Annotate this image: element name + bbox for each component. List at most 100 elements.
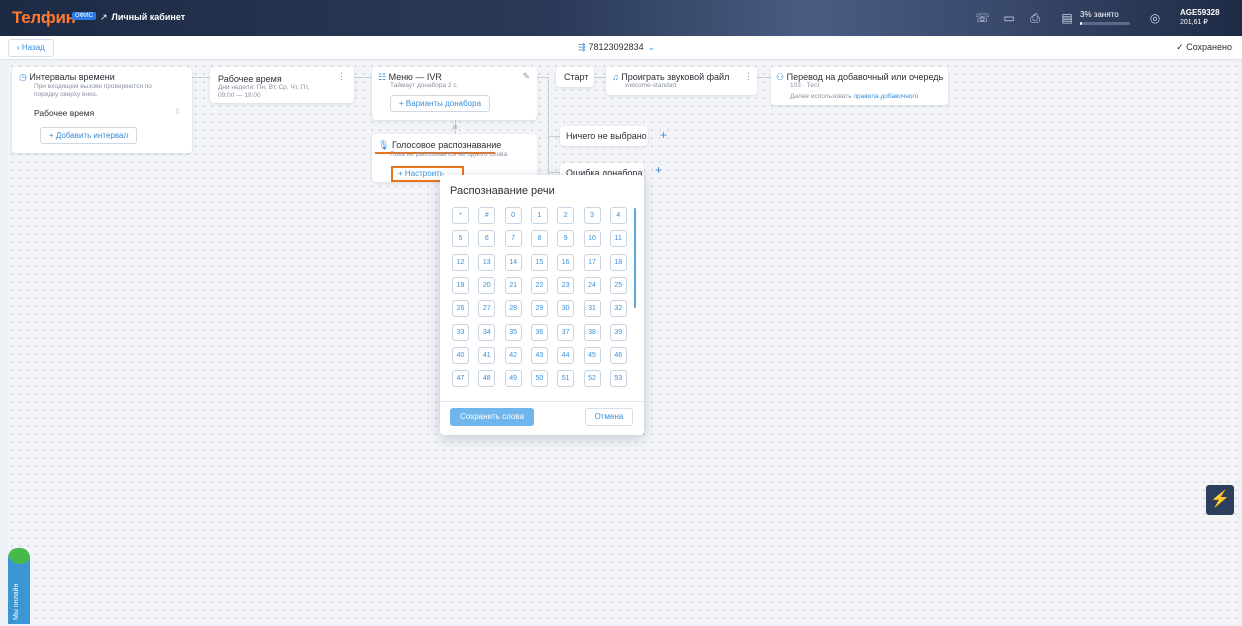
recognition-key[interactable]: 22 [530, 276, 548, 294]
storage-icon[interactable]: ▤ [1060, 11, 1074, 25]
telfin-logo[interactable]: Телфин [12, 8, 76, 28]
recognition-key[interactable]: 28 [504, 300, 522, 318]
recognition-key[interactable]: 37 [557, 323, 575, 341]
save-words-button[interactable]: Сохранить слова [450, 408, 534, 426]
more-icon[interactable]: ⋮ [744, 71, 753, 82]
recognition-key[interactable]: 14 [504, 253, 522, 271]
voice-subtitle: Пока не распознается ни одного слова [390, 151, 508, 158]
recognition-key[interactable]: 53 [609, 370, 627, 388]
drag-handle-icon[interactable]: ⠿ [175, 108, 180, 116]
interval-item-worktime[interactable]: Рабочее время [34, 108, 94, 118]
recognition-key[interactable]: 36 [530, 323, 548, 341]
recognition-key[interactable]: 40 [452, 346, 469, 364]
recognition-key[interactable]: 19 [452, 276, 469, 294]
play-filename: welcome-standart [625, 82, 677, 89]
recognition-key[interactable]: 6 [478, 230, 496, 248]
worktime-card[interactable]: Рабочее время Дни недели: Пн, Вт, Ср, Чт… [210, 67, 354, 103]
chat-icon[interactable]: ▭ [1002, 11, 1016, 25]
recognition-key[interactable]: 51 [557, 370, 575, 388]
add-node-icon[interactable]: + [655, 163, 662, 177]
recognition-key[interactable]: 34 [478, 323, 496, 341]
microphone-icon: 🎙 [378, 140, 390, 150]
recognition-key[interactable]: 45 [583, 346, 601, 364]
transfer-title: Перевод на добавочный или очередь [786, 72, 944, 82]
recognition-key[interactable]: 32 [609, 300, 627, 318]
storage-busy-bar [1080, 22, 1130, 25]
more-icon[interactable]: ⋮ [337, 71, 346, 82]
play-title: Проиграть звуковой файл [621, 72, 730, 82]
recognition-key[interactable]: 52 [583, 370, 601, 388]
recognition-key[interactable]: 49 [504, 370, 522, 388]
recognition-key[interactable]: 44 [557, 346, 575, 364]
scrollbar[interactable] [634, 208, 636, 308]
recognition-key[interactable]: 47 [452, 370, 469, 388]
add-node-icon[interactable]: + [660, 128, 667, 142]
recognition-key[interactable]: 16 [557, 253, 575, 271]
recognition-key[interactable]: 38 [583, 323, 601, 341]
recognition-key[interactable]: 42 [504, 346, 522, 364]
recognition-key[interactable]: * [452, 207, 469, 224]
save-status-label: Сохранено [1186, 42, 1232, 52]
extension-rules-link[interactable]: правила добавочного [853, 93, 918, 100]
users-icon: ⚇ [776, 72, 785, 82]
recognition-key[interactable]: 25 [609, 276, 627, 294]
divider [440, 401, 644, 402]
recognition-key[interactable]: 15 [530, 253, 548, 271]
play-file-card[interactable]: ♫ Проиграть звуковой файл welcome-standa… [606, 67, 757, 95]
recognition-key[interactable]: # [478, 207, 496, 224]
cancel-button[interactable]: Отмена [585, 408, 633, 426]
time-intervals-card[interactable]: ◷ Интервалы времени При входящем вызове … [12, 67, 192, 153]
recognition-key[interactable]: 21 [504, 276, 522, 294]
account-icon[interactable]: ◎ [1148, 11, 1162, 25]
dial-options-button[interactable]: + Варианты донабора [390, 95, 491, 112]
add-interval-button[interactable]: + Добавить интервал [40, 127, 138, 144]
recognition-key[interactable]: 50 [530, 370, 548, 388]
recognition-key[interactable]: 12 [452, 253, 469, 271]
ivr-menu-card[interactable]: ☷ Меню — IVR Таймаут донабора 2 с. ✎ + В… [372, 67, 537, 120]
recognition-key[interactable]: 13 [478, 253, 496, 271]
configure-label: Настроить [404, 169, 444, 178]
back-button[interactable]: ‹ Назад [8, 39, 54, 57]
transfer-rules: Далее использовать правила добавочного [790, 93, 918, 101]
phone-icon[interactable]: ☏ [975, 11, 990, 25]
account-info[interactable]: AGE59328 201,61 ₽ [1180, 8, 1220, 28]
recognition-key[interactable]: 9 [557, 230, 575, 248]
recognition-key[interactable]: 1 [530, 207, 548, 224]
edit-pencil-icon[interactable]: ✎ [522, 71, 530, 82]
recognition-key[interactable]: 17 [583, 253, 601, 271]
recognition-key[interactable]: 27 [478, 300, 496, 318]
lightning-widget-icon[interactable]: ⚡ [1206, 485, 1234, 515]
recognition-key[interactable]: 2 [557, 207, 575, 224]
personal-cabinet-link[interactable]: ↗ Личный кабинет [100, 12, 185, 23]
no-match-node[interactable]: Ничего не выбрано [560, 126, 648, 146]
recognition-key[interactable]: 20 [478, 276, 496, 294]
transfer-card[interactable]: ⚇ Перевод на добавочный или очередь 103 … [771, 67, 948, 105]
recognition-key[interactable]: 41 [478, 346, 496, 364]
recognition-key[interactable]: 31 [583, 300, 601, 318]
recognition-key[interactable]: 7 [504, 230, 522, 248]
online-chat-tab[interactable]: Мы онлайн [8, 548, 30, 624]
recognition-key[interactable]: 11 [609, 230, 627, 248]
recognition-key[interactable]: 39 [609, 323, 627, 341]
recognition-key[interactable]: 35 [504, 323, 522, 341]
recognition-key[interactable]: 26 [452, 300, 469, 318]
recognition-key[interactable]: 30 [557, 300, 575, 318]
recognition-key[interactable]: 24 [583, 276, 601, 294]
recognition-key[interactable]: 33 [452, 323, 469, 341]
recognition-key[interactable]: 8 [530, 230, 548, 248]
recognition-key[interactable]: 46 [609, 346, 627, 364]
recognition-key[interactable]: 29 [530, 300, 548, 318]
recognition-key[interactable]: 43 [530, 346, 548, 364]
recognition-key[interactable]: 5 [452, 230, 469, 248]
configure-button[interactable]: + Настроить [398, 169, 444, 178]
recognition-key[interactable]: 10 [583, 230, 601, 248]
printer-icon[interactable]: ⎙ [1028, 11, 1042, 25]
recognition-key[interactable]: 3 [583, 207, 601, 224]
phone-number-selector[interactable]: ⇶ 78123092834 ⌄ [578, 42, 655, 53]
recognition-key[interactable]: 48 [478, 370, 496, 388]
start-node[interactable]: Старт [556, 67, 594, 87]
recognition-key[interactable]: 23 [557, 276, 575, 294]
recognition-key[interactable]: 4 [609, 207, 627, 224]
recognition-key[interactable]: 0 [504, 207, 522, 224]
recognition-key[interactable]: 18 [609, 253, 627, 271]
